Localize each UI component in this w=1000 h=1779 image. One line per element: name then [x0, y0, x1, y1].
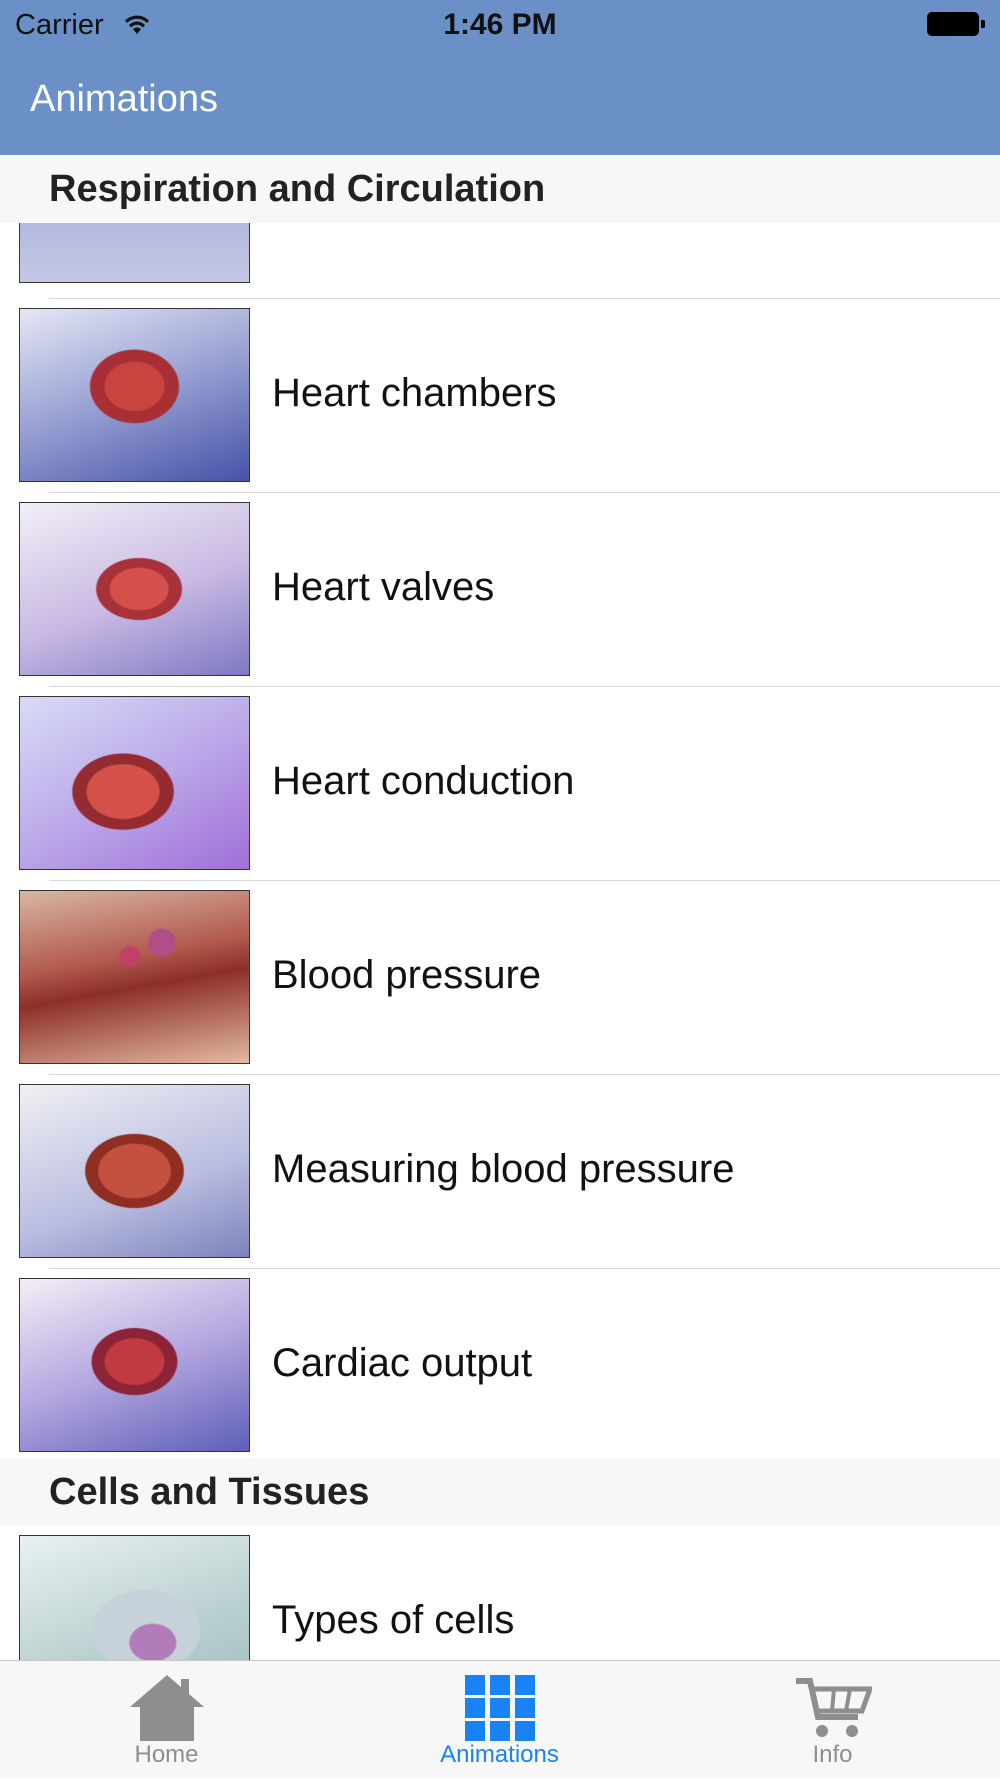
clock: 1:46 PM	[443, 8, 557, 41]
page-title: Animations	[30, 78, 218, 120]
tab-animations[interactable]: Animations	[333, 1661, 666, 1779]
list-item-blood-pressure[interactable]: Blood pressure	[0, 881, 1000, 1074]
list-item-label: Heart chambers	[272, 371, 557, 415]
cardiac-output-thumbnail	[19, 1278, 250, 1452]
measuring-blood-pressure-thumbnail	[19, 1084, 250, 1258]
list-item-label: Cardiac output	[272, 1341, 533, 1385]
list-item-measuring-blood-pressure[interactable]: Measuring blood pressure	[0, 1075, 1000, 1268]
list-item-label: Heart conduction	[272, 759, 575, 803]
tab-bar: Home Animations Info	[0, 1660, 1000, 1778]
list-item-heart-chambers[interactable]: Heart chambers	[0, 299, 1000, 492]
list-item-label: Heart valves	[272, 565, 495, 609]
list-item-types-of-cells[interactable]: Types of cells	[0, 1526, 1000, 1660]
blood-pressure-thumbnail	[19, 890, 250, 1064]
types-of-cells-thumbnail	[19, 1535, 250, 1660]
heart-valves-thumbnail	[19, 502, 250, 676]
status-bar: Carrier 1:46 PM	[0, 0, 1000, 50]
section-title: Respiration and Circulation	[49, 168, 546, 210]
animations-list[interactable]: Respiration and Circulation Heart chambe…	[0, 155, 1000, 1660]
grid-icon	[464, 1675, 535, 1741]
section-title: Cells and Tissues	[49, 1471, 370, 1513]
list-item-label: Blood pressure	[272, 953, 542, 997]
section-header-respiration: Respiration and Circulation	[0, 155, 1000, 223]
tab-label: Animations	[440, 1741, 559, 1768]
section-header-cells: Cells and Tissues	[0, 1458, 1000, 1526]
list-item-cardiac-output[interactable]: Cardiac output	[0, 1269, 1000, 1462]
heart-chambers-thumbnail	[19, 308, 250, 482]
home-icon	[129, 1675, 204, 1741]
cart-icon	[795, 1678, 872, 1737]
list-item-label: Measuring blood pressure	[272, 1147, 735, 1191]
tab-label: Home	[134, 1741, 199, 1768]
list-item-heart-conduction[interactable]: Heart conduction	[0, 687, 1000, 880]
list-item-label: Types of cells	[272, 1598, 515, 1642]
tab-label: Info	[812, 1741, 853, 1768]
list-item-heart-valves[interactable]: Heart valves	[0, 493, 1000, 686]
tab-info[interactable]: Info	[666, 1661, 999, 1779]
heart-conduction-thumbnail	[19, 696, 250, 870]
battery-icon	[927, 12, 985, 36]
navigation-bar: Carrier 1:46 PM Animations	[0, 0, 1000, 155]
tab-home[interactable]: Home	[0, 1661, 333, 1779]
